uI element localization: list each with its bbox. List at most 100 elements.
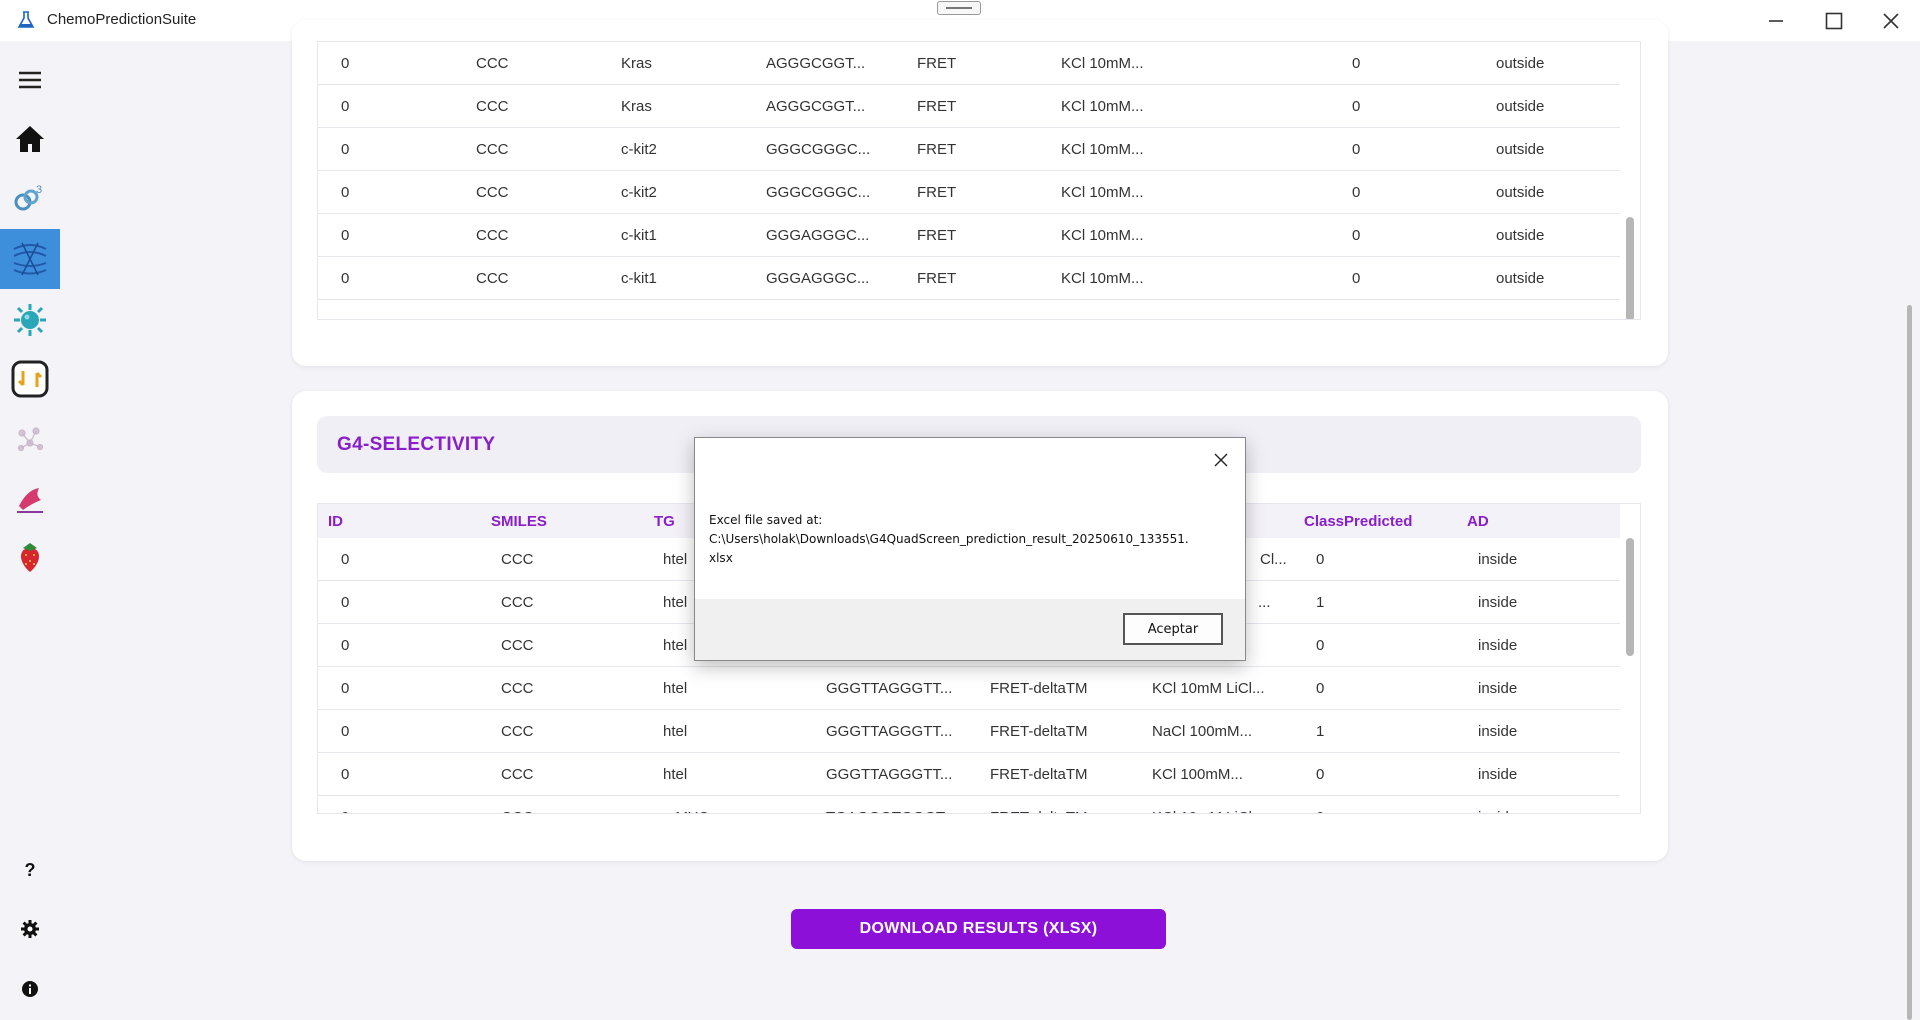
dialog-message-line: Excel file saved at: [709,513,823,527]
dialog-close-button[interactable] [1205,444,1237,476]
sidebar-item-sync[interactable] [0,349,60,409]
menu-button[interactable] [0,50,60,110]
minimize-icon [1769,19,1783,22]
table-row[interactable]: 0 CCC c-kit2 GGGCGGGC... FRET KCl 10mM... 0 out… [318,171,1620,214]
table-cell: 1 [1316,594,1325,611]
table-cell: CCC [476,55,509,72]
sidebar-item-network[interactable] [0,409,60,469]
table-cell: c-MYC [663,809,709,813]
help-button[interactable]: ? [0,840,60,900]
network-icon [17,427,44,452]
table-row[interactable]: 0 CCC c-MYC TGAGGGTGGGT... FRET-deltaTM KCl 1… [318,796,1620,813]
table-cell: htel [663,551,688,568]
table-cell: 0 [341,227,350,244]
table-cell: inside [1478,594,1518,611]
table-cell: outside [1496,55,1545,72]
column-header[interactable]: SMILES [491,513,547,530]
table-row[interactable]: 0 CCC c-kit1 GGGAGGGC... FRET KCl 10mM... 0 out… [318,214,1620,257]
table-cell: KCl 10mM... [1061,55,1144,72]
table-cell: GGGTTAGGGTT... [826,723,953,740]
table-cell: KCl 10mM... [1061,184,1144,201]
table-cell: inside [1478,809,1517,813]
table-row[interactable]: 0 CCC c-kit1 GGGAGGGC... FRET KCl 10mM... 0 out… [318,257,1620,300]
sync-icon [11,360,49,398]
table-cell: 0 [1316,637,1325,654]
table-cell: 0 [1316,551,1325,568]
table-cell: 0 [1352,141,1361,158]
table-cell: KCl 10mM... [1061,270,1144,287]
table-cell: GGGAGGGC... [766,270,870,287]
table-cell: KCl 10mM... [1061,227,1144,244]
table-cell: KCl 10mM LiCl... [1152,809,1265,813]
sidebar: 3 ? [0,41,60,1020]
table-row[interactable]: 0 CCC htel GGGTTAGGGTT... FRET-deltaTM NaCl 1… [318,710,1620,753]
main-scrollbar[interactable] [1898,41,1920,1020]
table-row[interactable]: 0 CCC c-kit2 GGGCGGGC... FRET KCl 10mM... 0 out… [318,128,1620,171]
table-cell: c-kit1 [621,227,657,244]
g4-quadscreen-icon [13,242,47,276]
column-header[interactable]: TG [654,513,675,530]
table-cell: CCC [501,594,534,611]
section-title: G4-SELECTIVITY [337,434,496,455]
table-cell: 0 [341,55,350,72]
menu-icon [19,71,41,89]
table-row[interactable]: 0 CCC Kras AGGGCGGT... FRET KCl 10mM... 0 outsi… [318,42,1620,85]
virus-icon [14,304,46,336]
table-cell: CCC [501,723,534,740]
table-cell: GGGAGGGC... [766,227,870,244]
flask-icon [17,11,35,28]
settings-button[interactable] [0,899,60,959]
results-table: 0 CCC Kras AGGGCGGT... FRET KCl 10mM... 0 outsi… [317,41,1641,320]
table-cell: FRET [917,227,957,244]
table-cell: CCC [476,227,509,244]
sidebar-item-virus[interactable] [0,290,60,350]
table-cell: 0 [1316,766,1325,783]
close-icon [1214,453,1228,467]
info-button[interactable] [0,959,60,1019]
app-title: ChemoPredictionSuite [47,11,197,28]
main-scrollbar-thumb[interactable] [1907,305,1912,1020]
table-cell: 0 [341,766,350,783]
close-window-button[interactable] [1863,0,1919,41]
table-row[interactable]: 0 CCC Kras AGGGCGGT... FRET KCl 10mM... 0 outsi… [318,85,1620,128]
sidebar-item-g4-quadscreen[interactable] [0,229,60,289]
strawberry-icon [21,543,39,572]
sidebar-item-qsar3d[interactable]: 3 [0,168,60,228]
table-cell: FRET [917,184,957,201]
table-cell: FRET-deltaTM [990,809,1088,813]
svg-text:3: 3 [36,184,42,196]
download-results-button[interactable]: DOWNLOAD RESULTS (XLSX) [791,909,1166,949]
selectivity-table-scrollbar[interactable] [1626,538,1634,656]
table-cell: 0 [1316,680,1325,697]
dialog-message: Excel file saved at: C:\Users\holak\Downl… [709,511,1209,568]
table-cell: CCC [476,270,509,287]
table-row[interactable]: 0 CCC htel GGGTTAGGGTT... FRET-deltaTM KCl 10… [318,753,1620,796]
sidebar-item-strawberry[interactable] [0,527,60,587]
table-cell: 0 [341,723,350,740]
table-cell: outside [1496,141,1545,158]
table-cell: GGGTTAGGGTT... [826,766,953,783]
window-drag-handle[interactable] [937,1,981,15]
home-icon [16,126,44,152]
table-cell: 0 [341,680,350,697]
results-table-scrollbar[interactable] [1626,217,1634,319]
table-cell: 0 [1352,55,1361,72]
sidebar-item-bird[interactable] [0,469,60,529]
sidebar-item-home[interactable] [0,109,60,169]
minimize-button[interactable] [1748,0,1804,41]
table-cell: 0 [341,809,349,813]
bird-icon [17,488,43,513]
column-header[interactable]: ID [328,513,343,530]
table-cell: FRET [917,270,957,287]
table-cell: TGAGGGTGGGT... [826,809,956,813]
maximize-button[interactable] [1806,0,1862,41]
table-cell: htel [663,594,688,611]
column-header[interactable]: AD [1467,513,1489,530]
column-header[interactable]: ClassPredicted [1304,513,1412,530]
maximize-icon [1825,12,1843,29]
table-cell: c-kit1 [621,270,657,287]
table-row[interactable]: 0 CCC htel GGGTTAGGGTT... FRET-deltaTM KCl 10… [318,667,1620,710]
accept-button[interactable]: Aceptar [1123,613,1223,645]
table-cell: inside [1478,680,1518,697]
table-cell: inside [1478,551,1518,568]
